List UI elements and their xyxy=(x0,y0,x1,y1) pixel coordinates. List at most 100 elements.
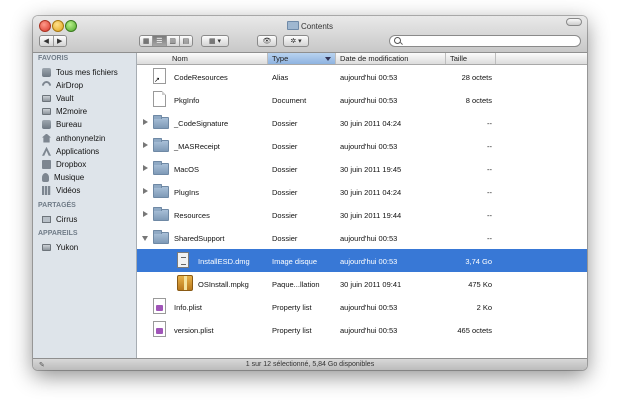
file-row[interactable]: SharedSupport Dossier aujourd'hui 00:53 -- xyxy=(137,226,587,249)
file-date: aujourd'hui 00:53 xyxy=(340,234,398,243)
file-size: -- xyxy=(487,142,492,151)
file-date: aujourd'hui 00:53 xyxy=(340,303,398,312)
forward-button[interactable]: ▶ xyxy=(53,36,66,46)
file-date: 30 juin 2011 04:24 xyxy=(340,119,402,128)
file-name: PkgInfo xyxy=(174,96,200,105)
file-name: MacOS xyxy=(174,165,200,174)
file-type: Property list xyxy=(272,326,312,335)
sidebar-item-label: Musique xyxy=(54,173,85,183)
disclosure-closed-icon[interactable] xyxy=(143,165,148,171)
file-date: 30 juin 2011 19:44 xyxy=(340,211,402,220)
window-title: Contents xyxy=(33,21,587,31)
movies-icon xyxy=(42,186,51,196)
column-header-name[interactable]: Nom xyxy=(137,53,268,64)
sidebar-item[interactable]: Dropbox xyxy=(42,158,86,170)
sidebar-item-label: Cirrus xyxy=(56,214,78,224)
file-row[interactable]: CodeResources Alias aujourd'hui 00:53 28 oc… xyxy=(137,65,587,88)
file-row[interactable]: OSInstall.mpkg Paque...llation 30 juin 201… xyxy=(137,272,587,295)
music-icon xyxy=(42,173,49,183)
list-view-button[interactable]: ☰ xyxy=(153,36,167,46)
disclosure-closed-icon[interactable] xyxy=(143,211,148,217)
file-type: Alias xyxy=(272,73,289,82)
file-size: -- xyxy=(487,119,492,128)
file-type: Paque...llation xyxy=(272,280,320,289)
file-name: version.plist xyxy=(174,326,214,335)
status-bar: ✎ 1 sur 12 sélectionné, 5,84 Go disponib… xyxy=(33,358,587,370)
toolbar-toggle-button[interactable] xyxy=(566,18,582,26)
file-row[interactable]: PkgInfo Document aujourd'hui 00:53 8 octets xyxy=(137,88,587,111)
disclosure-closed-icon[interactable] xyxy=(143,188,148,194)
file-row[interactable]: MacOS Dossier 30 juin 2011 19:45 -- xyxy=(137,157,587,180)
all-files-icon xyxy=(42,67,51,77)
file-date: 30 juin 2011 04:24 xyxy=(340,188,402,197)
file-row[interactable]: Info.plist Property list aujourd'hui 00:53… xyxy=(137,295,587,318)
file-type: Dossier xyxy=(272,234,298,243)
file-type: Dossier xyxy=(272,188,298,197)
sidebar-item[interactable]: Bureau xyxy=(42,119,82,131)
icon-view-button[interactable]: ▦ xyxy=(140,36,154,46)
file-type: Dossier xyxy=(272,165,298,174)
file-type: Image disque xyxy=(272,257,318,266)
file-row[interactable]: InstallESD.dmg Image disque aujourd'hui 00… xyxy=(137,249,587,272)
column-header-type[interactable]: Type xyxy=(268,53,336,64)
file-row[interactable]: Resources Dossier 30 juin 2011 19:44 -- xyxy=(137,203,587,226)
column-header-type-label: Type xyxy=(272,54,289,63)
sidebar-item-label: Tous mes fichiers xyxy=(56,67,118,77)
file-name: CodeResources xyxy=(174,73,228,82)
sidebar-item[interactable]: Vault xyxy=(42,92,74,104)
folder-icon xyxy=(153,230,169,244)
sidebar-item[interactable]: Cirrus xyxy=(42,213,77,225)
view-mode-control: ▦ ☰ ▥ ▤ xyxy=(139,35,193,47)
file-row[interactable]: _CodeSignature Dossier 30 juin 2011 04:24 -… xyxy=(137,111,587,134)
sidebar-item[interactable]: Musique xyxy=(42,172,84,184)
file-type: Document xyxy=(272,96,307,105)
file-size: 3,74 Go xyxy=(465,257,492,266)
file-row[interactable]: _MASReceipt Dossier aujourd'hui 00:53 -- xyxy=(137,134,587,157)
plist-icon xyxy=(153,321,166,337)
dropbox-icon xyxy=(42,159,51,169)
package-icon xyxy=(177,275,193,291)
sidebar-item[interactable]: AirDrop xyxy=(40,78,83,92)
disk-image-icon xyxy=(177,252,189,268)
file-date: aujourd'hui 00:53 xyxy=(340,257,398,266)
window-title-text: Contents xyxy=(300,22,334,31)
folder-icon xyxy=(153,115,169,129)
sidebar-item[interactable]: anthonynelzin xyxy=(42,132,105,144)
search-field[interactable] xyxy=(389,35,581,47)
sidebar-item[interactable]: Tous mes fichiers xyxy=(42,66,118,78)
disclosure-closed-icon[interactable] xyxy=(143,142,148,148)
sidebar: FAVORIS Tous mes fichiers AirDrop Vault M2mo… xyxy=(33,53,137,358)
disclosure-closed-icon[interactable] xyxy=(143,119,148,125)
file-size: 475 Ko xyxy=(468,280,492,289)
action-button[interactable]: ✲ ▾ xyxy=(283,35,309,47)
folder-icon xyxy=(153,207,169,221)
file-list: Nom Type Date de modification Taille Cod… xyxy=(137,53,587,358)
file-size: 2 Ko xyxy=(476,303,492,312)
coverflow-view-button[interactable]: ▤ xyxy=(179,36,192,46)
sidebar-item[interactable]: Vidéos xyxy=(42,185,80,197)
search-input[interactable] xyxy=(404,36,574,46)
quicklook-button[interactable]: 👁 xyxy=(257,35,277,47)
column-header-date[interactable]: Date de modification xyxy=(336,53,446,64)
file-date: aujourd'hui 00:53 xyxy=(340,326,398,335)
file-size: -- xyxy=(487,165,492,174)
back-button[interactable]: ◀ xyxy=(40,36,54,46)
arrange-button[interactable]: ▦ ▾ xyxy=(201,35,229,47)
file-size: -- xyxy=(487,211,492,220)
sidebar-item[interactable]: M2moire xyxy=(42,106,87,118)
file-type: Property list xyxy=(272,303,312,312)
column-view-button[interactable]: ▥ xyxy=(166,36,180,46)
file-name: PlugIns xyxy=(174,188,200,197)
column-header-size[interactable]: Taille xyxy=(446,53,496,64)
file-type: Dossier xyxy=(272,211,298,220)
file-row[interactable]: PlugIns Dossier 30 juin 2011 04:24 -- xyxy=(137,180,587,203)
document-icon xyxy=(153,91,166,107)
sidebar-item[interactable]: Yukon xyxy=(42,241,78,253)
sidebar-heading: FAVORIS xyxy=(38,55,69,62)
status-text: 1 sur 12 sélectionné, 5,84 Go disponible… xyxy=(245,361,375,368)
sidebar-item[interactable]: Applications xyxy=(42,145,99,157)
back-forward-control: ◀ ▶ xyxy=(39,35,67,47)
file-row[interactable]: version.plist Property list aujourd'hui 00… xyxy=(137,318,587,341)
home-icon xyxy=(42,133,51,143)
disclosure-open-icon[interactable] xyxy=(142,236,148,241)
